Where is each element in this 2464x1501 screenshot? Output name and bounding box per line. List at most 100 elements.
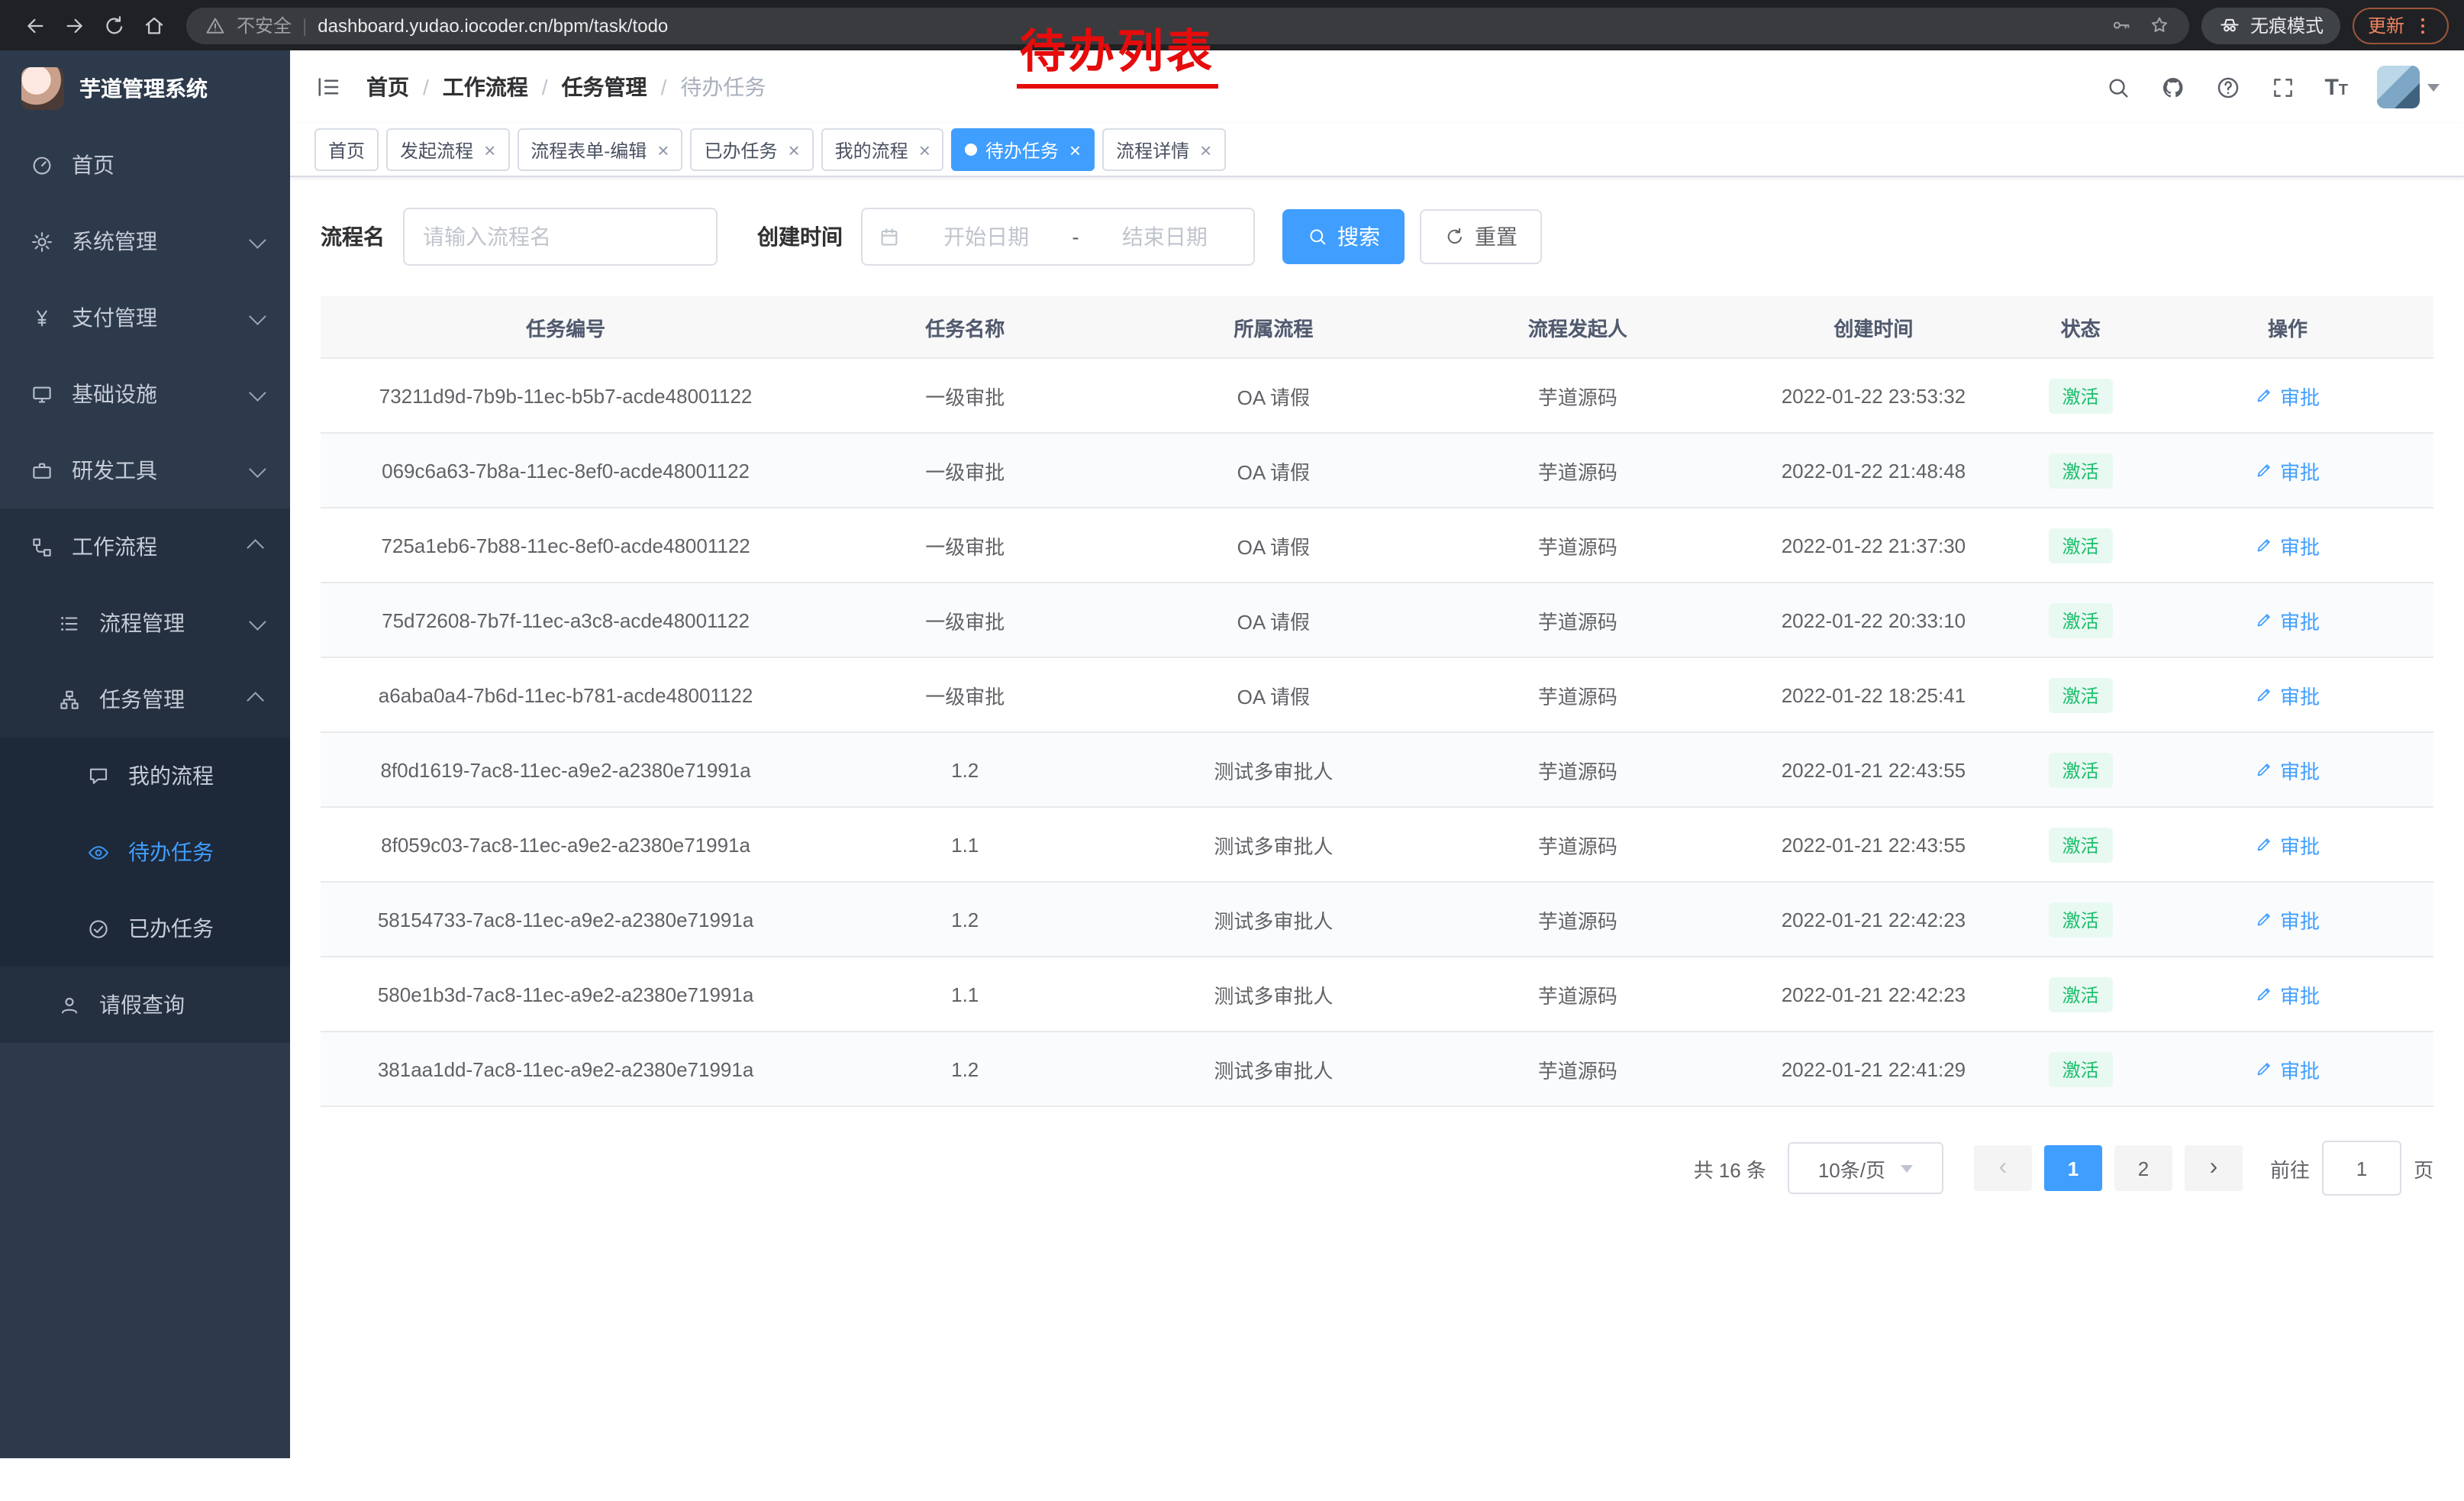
browser-home-button[interactable] [134, 5, 174, 45]
page-button-1[interactable]: 1 [2044, 1145, 2102, 1191]
browser-forward-button[interactable] [55, 5, 95, 45]
status-badge: 激活 [2049, 602, 2113, 638]
cell-id: 8f059c03-7ac8-11ec-a9e2-a2380e71991a [321, 807, 811, 882]
approve-link[interactable]: 审批 [2256, 456, 2320, 485]
cell-process: OA 请假 [1119, 358, 1427, 433]
tab-form-edit[interactable]: 流程表单-编辑× [517, 128, 682, 171]
browser-refresh-button[interactable] [95, 5, 134, 45]
approve-link[interactable]: 审批 [2256, 980, 2320, 1009]
breadcrumb-item[interactable]: 工作流程 [443, 72, 528, 102]
sidebar-menu: 首页系统管理支付管理基础设施研发工具工作流程流程管理任务管理我的流程待办任务已办… [0, 127, 290, 1043]
back-icon [23, 13, 47, 37]
url-text[interactable]: dashboard.yudao.iocoder.cn/bpm/task/todo [318, 15, 2099, 36]
help-icon[interactable] [2214, 74, 2240, 100]
sidebar-item-leave-query[interactable]: 请假查询 [0, 967, 290, 1043]
tab-done-tasks[interactable]: 已办任务× [690, 128, 813, 171]
sidebar-item-workflow[interactable]: 工作流程 [0, 508, 290, 585]
close-icon[interactable]: × [788, 140, 799, 160]
tab-home[interactable]: 首页 [314, 128, 379, 171]
chevron-down-icon [249, 308, 266, 325]
end-date-placeholder[interactable]: 结束日期 [1092, 221, 1238, 252]
github-icon[interactable] [2159, 74, 2185, 100]
sidebar-item-todo-task[interactable]: 待办任务 [0, 814, 290, 890]
column-header-5: 状态 [2019, 296, 2142, 358]
cell-process: 测试多审批人 [1119, 882, 1427, 957]
sidebar-item-label: 我的流程 [128, 760, 214, 791]
status-badge: 激活 [2049, 1051, 2113, 1086]
browser-toolbar: 不安全 | dashboard.yudao.iocoder.cn/bpm/tas… [0, 0, 2464, 50]
tab-process-detail[interactable]: 流程详情× [1102, 128, 1225, 171]
tab-my-process[interactable]: 我的流程× [821, 128, 944, 171]
cell-created: 2022-01-22 20:33:10 [1727, 583, 2019, 657]
star-icon[interactable] [2148, 14, 2171, 37]
approve-link[interactable]: 审批 [2256, 905, 2320, 934]
tab-label: 首页 [328, 137, 365, 163]
search-button[interactable]: 搜索 [1282, 209, 1405, 264]
approve-link[interactable]: 审批 [2256, 1054, 2320, 1083]
approve-link[interactable]: 审批 [2256, 680, 2320, 709]
browser-back-button[interactable] [15, 5, 55, 45]
cell-name: 1.2 [811, 1031, 1119, 1106]
tools-icon [31, 459, 53, 482]
cell-name: 一级审批 [811, 433, 1119, 508]
logo-avatar [21, 67, 64, 110]
sidebar-item-system[interactable]: 系统管理 [0, 203, 290, 279]
sidebar-item-task-mgmt[interactable]: 任务管理 [0, 661, 290, 738]
table-row: 73211d9d-7b9b-11ec-b5b7-acde48001122一级审批… [321, 358, 2433, 433]
approve-link[interactable]: 审批 [2256, 830, 2320, 859]
breadcrumb-item[interactable]: 首页 [366, 72, 409, 102]
tab-start-process[interactable]: 发起流程× [386, 128, 509, 171]
cell-name: 1.1 [811, 807, 1119, 882]
sidebar-item-process-mgmt[interactable]: 流程管理 [0, 585, 290, 661]
goto-page-input[interactable] [2322, 1141, 2401, 1196]
close-icon[interactable]: × [657, 140, 669, 160]
start-date-placeholder[interactable]: 开始日期 [913, 221, 1059, 252]
font-size-icon[interactable]: TT [2324, 76, 2348, 98]
close-icon[interactable]: × [484, 140, 495, 160]
table-row: 8f0d1619-7ac8-11ec-a9e2-a2380e71991a1.2测… [321, 732, 2433, 807]
create-time-label: 创建时间 [757, 221, 843, 252]
cell-status: 激活 [2019, 1031, 2142, 1106]
approve-link[interactable]: 审批 [2256, 755, 2320, 784]
close-icon[interactable]: × [919, 140, 930, 160]
approve-link[interactable]: 审批 [2256, 381, 2320, 410]
prev-page-button[interactable]: ‹ [1974, 1145, 2032, 1191]
cell-id: 580e1b3d-7ac8-11ec-a9e2-a2380e71991a [321, 957, 811, 1031]
sidebar-item-infra[interactable]: 基础设施 [0, 356, 290, 432]
search-icon[interactable] [2104, 74, 2130, 100]
breadcrumb-item[interactable]: 任务管理 [562, 72, 647, 102]
page-size-select[interactable]: 10条/页 [1788, 1142, 1943, 1194]
tags-view-bar: 首页发起流程×流程表单-编辑×已办任务×我的流程×待办任务×流程详情× [290, 124, 2464, 177]
security-label[interactable]: 不安全 [237, 12, 292, 38]
key-icon[interactable] [2110, 14, 2133, 37]
filter-bar: 流程名 创建时间 开始日期 - 结束日期 搜索 重 [321, 208, 2433, 266]
approve-link[interactable]: 审批 [2256, 605, 2320, 634]
process-name-input[interactable] [403, 208, 718, 266]
user-avatar [2377, 66, 2420, 108]
approve-label: 审批 [2280, 605, 2320, 634]
sidebar-item-home[interactable]: 首页 [0, 127, 290, 203]
close-icon[interactable]: × [1069, 140, 1081, 160]
page-button-2[interactable]: 2 [2114, 1145, 2172, 1191]
cell-created: 2022-01-21 22:43:55 [1727, 807, 2019, 882]
update-menu-button[interactable]: 更新 [2353, 7, 2449, 44]
cell-action: 审批 [2142, 358, 2433, 433]
tab-todo-tasks[interactable]: 待办任务× [952, 128, 1095, 171]
sidebar-item-payment[interactable]: 支付管理 [0, 279, 290, 356]
next-page-button[interactable]: › [2185, 1145, 2243, 1191]
user-menu[interactable] [2377, 66, 2440, 108]
cell-name: 一级审批 [811, 657, 1119, 732]
close-icon[interactable]: × [1200, 140, 1211, 160]
sidebar-item-done-task[interactable]: 已办任务 [0, 890, 290, 967]
address-bar[interactable]: 不安全 | dashboard.yudao.iocoder.cn/bpm/tas… [186, 7, 2189, 44]
sidebar-item-devtools[interactable]: 研发工具 [0, 432, 290, 508]
pen-icon [2256, 386, 2274, 405]
sidebar-item-label: 系统管理 [72, 226, 157, 257]
fullscreen-icon[interactable] [2269, 74, 2295, 100]
approve-link[interactable]: 审批 [2256, 531, 2320, 560]
logo-row[interactable]: 芋道管理系统 [0, 50, 290, 127]
date-range-picker[interactable]: 开始日期 - 结束日期 [861, 208, 1255, 266]
sidebar-item-my-process[interactable]: 我的流程 [0, 738, 290, 814]
reset-button[interactable]: 重置 [1420, 209, 1542, 264]
sidebar-toggle-button[interactable] [314, 73, 342, 101]
